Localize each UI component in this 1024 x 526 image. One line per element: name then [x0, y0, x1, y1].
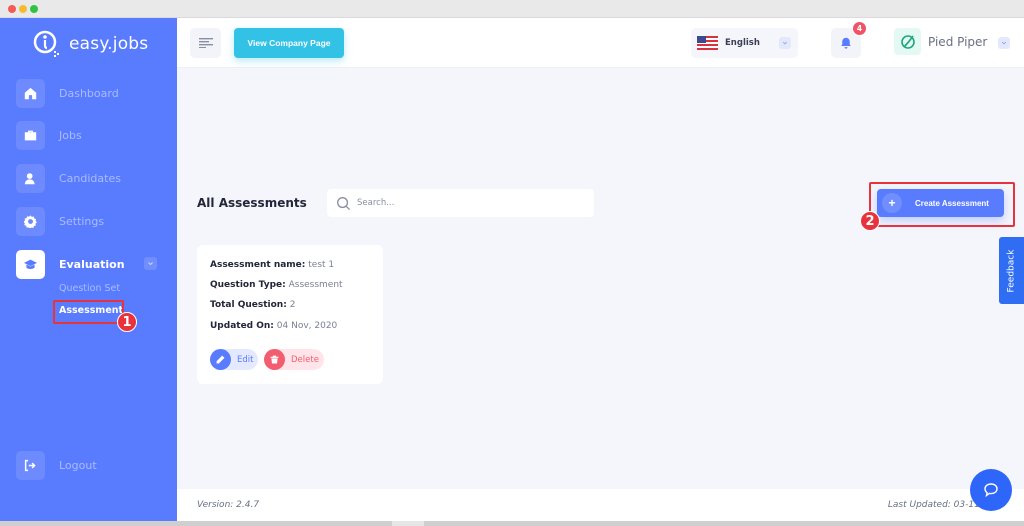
sidebar-item-dashboard[interactable]: Dashboard — [16, 78, 166, 108]
assessment-name-label: Assessment name: — [210, 260, 306, 270]
window-minimize-button[interactable] — [19, 5, 27, 13]
trash-icon — [264, 349, 285, 370]
graduation-cap-icon — [16, 249, 45, 279]
step-badge-1: 1 — [117, 312, 137, 332]
footer: Version: 2.4.7 Last Updated: 03-11-2020 — [177, 489, 1024, 521]
sidebar-item-candidates[interactable]: Candidates — [16, 163, 166, 193]
updated-on-row: Updated On: 04 Nov, 2020 — [210, 321, 337, 331]
chat-launcher-button[interactable] — [970, 469, 1012, 511]
window-titlebar — [0, 0, 1024, 18]
version-text: Version: 2.4.7 — [197, 500, 260, 510]
page-title: All Assessments — [197, 196, 307, 210]
updated-on-value: 04 Nov, 2020 — [276, 321, 338, 331]
total-question-row: Total Question: 2 — [210, 300, 295, 310]
assessment-card: Assessment name: test 1 Question Type: A… — [197, 245, 383, 384]
gear-icon — [16, 206, 45, 236]
scrollbar-thumb[interactable] — [392, 521, 424, 526]
sidebar-item-label: Settings — [59, 214, 105, 228]
user-icon — [16, 163, 45, 193]
feedback-label: Feedback — [1006, 249, 1017, 292]
assessment-name-row: Assessment name: test 1 — [210, 260, 334, 270]
sidebar-item-jobs[interactable]: Jobs — [16, 120, 166, 150]
highlight-box-assessment — [53, 300, 124, 324]
bell-icon — [841, 37, 851, 49]
chevron-down-icon[interactable] — [144, 257, 157, 270]
search-input[interactable] — [357, 198, 577, 208]
sidebar-item-label: Logout — [59, 458, 97, 472]
pencil-icon — [210, 349, 231, 370]
menu-toggle-button[interactable] — [190, 28, 221, 58]
horizontal-scrollbar[interactable] — [0, 521, 1024, 526]
company-name: Pied Piper — [928, 34, 988, 49]
us-flag-icon — [697, 36, 718, 50]
sidebar-item-logout[interactable]: Logout — [16, 450, 166, 480]
sidebar-item-label: Dashboard — [59, 86, 119, 100]
question-type-row: Question Type: Assessment — [210, 280, 343, 290]
brand-logo[interactable]: easy.jobs — [31, 28, 148, 60]
hamburger-icon — [198, 38, 213, 48]
home-icon — [16, 78, 45, 108]
logout-icon — [16, 450, 45, 480]
language-selector[interactable]: English — [691, 28, 798, 58]
delete-label: Delete — [291, 354, 319, 365]
brand-name: easy.jobs — [69, 34, 149, 54]
updated-on-label: Updated On: — [210, 321, 274, 331]
highlight-box-create-assessment — [869, 182, 1015, 227]
total-question-value: 2 — [289, 300, 296, 310]
scrollbar-track — [0, 521, 1024, 526]
search-icon — [337, 196, 351, 210]
assessment-name-value: test 1 — [308, 260, 335, 270]
top-header: View Company Page English 4 Pied Piper — [177, 18, 1024, 68]
company-logo-icon — [894, 28, 921, 55]
chat-bubble-icon — [984, 483, 998, 498]
sidebar-item-label: Candidates — [59, 171, 121, 185]
total-question-label: Total Question: — [210, 300, 287, 310]
sidebar: easy.jobs Dashboard Jobs Candidates Sett… — [0, 18, 177, 521]
chevron-down-icon[interactable] — [998, 37, 1010, 49]
chevron-down-icon — [779, 37, 791, 49]
window-maximize-button[interactable] — [30, 5, 38, 13]
sidebar-item-settings[interactable]: Settings — [16, 206, 166, 236]
step-badge-2: 2 — [860, 211, 880, 231]
briefcase-icon — [16, 120, 45, 150]
company-selector[interactable]: Pied Piper — [894, 28, 987, 55]
search-box[interactable] — [327, 189, 594, 217]
feedback-tab[interactable]: Feedback — [999, 237, 1024, 304]
sidebar-subitem-question-set[interactable]: Question Set — [59, 283, 120, 294]
sidebar-item-label: Jobs — [59, 128, 82, 142]
edit-button[interactable]: Edit — [210, 349, 258, 370]
view-company-page-button[interactable]: View Company Page — [234, 28, 344, 58]
notification-count-badge: 4 — [852, 21, 867, 36]
sidebar-item-evaluation[interactable]: Evaluation — [16, 249, 166, 279]
sidebar-item-label: Evaluation — [59, 257, 125, 271]
window-close-button[interactable] — [8, 5, 16, 13]
delete-button[interactable]: Delete — [264, 349, 324, 370]
easy-jobs-logo-icon — [33, 30, 59, 57]
edit-label: Edit — [237, 354, 254, 365]
question-type-value: Assessment — [288, 280, 343, 290]
question-type-label: Question Type: — [210, 280, 286, 290]
language-label: English — [725, 38, 760, 48]
